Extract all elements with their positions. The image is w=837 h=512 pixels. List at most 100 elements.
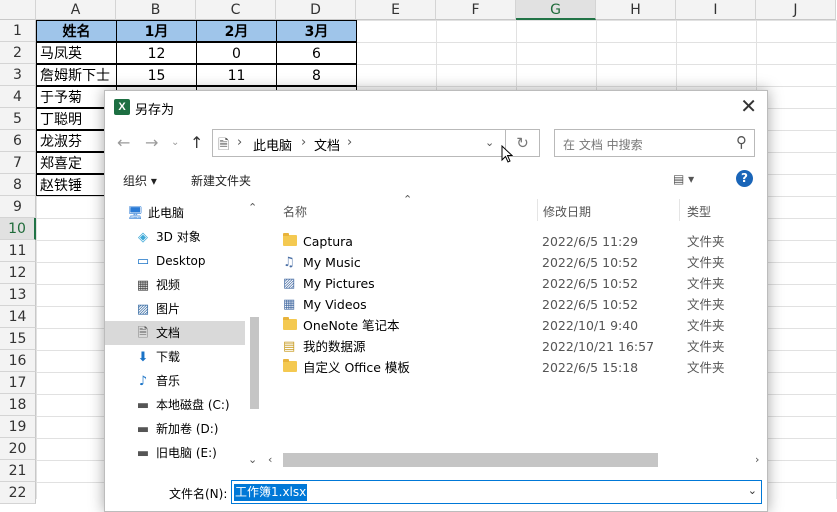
column-divider[interactable] bbox=[679, 199, 680, 221]
row-header-11[interactable]: 11 bbox=[0, 240, 36, 262]
filename-input[interactable]: 工作簿1.xlsx ⌄ bbox=[231, 480, 762, 504]
row-header-18[interactable]: 18 bbox=[0, 394, 36, 416]
data-cell[interactable]: 6 bbox=[276, 42, 357, 64]
nav-item[interactable]: ▬ 新加卷 (D:) bbox=[105, 417, 245, 441]
address-dropdown-icon[interactable]: ⌄ bbox=[485, 136, 494, 149]
row-header-17[interactable]: 17 bbox=[0, 372, 36, 394]
nav-item[interactable]: ▬ 旧电脑 (E:) bbox=[105, 441, 245, 465]
column-header-I[interactable]: I bbox=[676, 0, 756, 20]
file-row[interactable]: ♫ My Music 2022/6/5 10:52 文件夹 bbox=[265, 252, 765, 273]
filename-value[interactable]: 工作簿1.xlsx bbox=[234, 484, 308, 501]
row-header-7[interactable]: 7 bbox=[0, 152, 36, 174]
history-chevron-icon[interactable]: ⌄ bbox=[171, 137, 179, 148]
row-header-2[interactable]: 2 bbox=[0, 42, 36, 64]
file-row[interactable]: Captura 2022/6/5 11:29 文件夹 bbox=[265, 231, 765, 252]
search-input[interactable]: 在 文档 中搜索 ⚲ bbox=[554, 129, 755, 157]
column-header-C[interactable]: C bbox=[196, 0, 276, 20]
view-options-button[interactable]: ▤ ▾ bbox=[673, 172, 694, 186]
column-header-name[interactable]: 名称 bbox=[283, 203, 307, 220]
header-cell[interactable]: 姓名 bbox=[36, 20, 117, 42]
row-header-6[interactable]: 6 bbox=[0, 130, 36, 152]
column-header-E[interactable]: E bbox=[356, 0, 436, 20]
row-header-5[interactable]: 5 bbox=[0, 108, 36, 130]
nav-scrollbar-thumb[interactable] bbox=[250, 317, 259, 409]
column-header-H[interactable]: H bbox=[596, 0, 676, 20]
back-icon[interactable]: ← bbox=[117, 133, 130, 152]
row-header-10[interactable]: 10 bbox=[0, 218, 36, 240]
document-icon: 🗎 bbox=[218, 137, 230, 153]
data-cell[interactable]: 马凤英 bbox=[36, 42, 117, 64]
file-name: 我的数据源 bbox=[303, 339, 366, 354]
row-header-20[interactable]: 20 bbox=[0, 438, 36, 460]
file-row[interactable]: OneNote 笔记本 2022/10/1 9:40 文件夹 bbox=[265, 315, 765, 336]
column-header-A[interactable]: A bbox=[36, 0, 116, 20]
up-icon[interactable]: ↑ bbox=[190, 133, 203, 152]
column-header-D[interactable]: D bbox=[276, 0, 356, 20]
breadcrumb-chevron-icon[interactable]: › bbox=[347, 135, 352, 150]
close-icon[interactable]: ✕ bbox=[740, 95, 757, 117]
row-header-22[interactable]: 22 bbox=[0, 482, 36, 504]
filename-dropdown-icon[interactable]: ⌄ bbox=[748, 484, 757, 497]
breadcrumb-root[interactable]: 此电脑 bbox=[253, 135, 292, 154]
file-row[interactable]: 自定义 Office 模板 2022/6/5 15:18 文件夹 bbox=[265, 357, 765, 378]
corner-select-all[interactable] bbox=[0, 0, 36, 20]
nav-item[interactable]: ⬇ 下载 bbox=[105, 345, 245, 369]
data-cell[interactable]: 12 bbox=[116, 42, 197, 64]
row-header-3[interactable]: 3 bbox=[0, 64, 36, 86]
file-row[interactable]: ▦ My Videos 2022/6/5 10:52 文件夹 bbox=[265, 294, 765, 315]
nav-item[interactable]: ♪ 音乐 bbox=[105, 369, 245, 393]
data-cell[interactable]: 詹姆斯下士 bbox=[36, 64, 117, 86]
row-header-12[interactable]: 12 bbox=[0, 262, 36, 284]
search-icon[interactable]: ⚲ bbox=[736, 133, 747, 151]
row-header-1[interactable]: 1 bbox=[0, 20, 36, 42]
nav-item[interactable]: 🖥 此电脑 bbox=[105, 201, 245, 225]
data-cell[interactable]: 0 bbox=[196, 42, 277, 64]
new-folder-button[interactable]: 新建文件夹 bbox=[191, 172, 251, 189]
column-header-G[interactable]: G bbox=[516, 0, 596, 20]
data-cell[interactable]: 15 bbox=[116, 64, 197, 86]
row-header-14[interactable]: 14 bbox=[0, 306, 36, 328]
row-header-19[interactable]: 19 bbox=[0, 416, 36, 438]
row-header-8[interactable]: 8 bbox=[0, 174, 36, 196]
column-header-B[interactable]: B bbox=[116, 0, 196, 20]
row-header-9[interactable]: 9 bbox=[0, 196, 36, 218]
scroll-right-icon[interactable]: › bbox=[755, 453, 759, 466]
nav-item[interactable]: ▭ Desktop bbox=[105, 249, 245, 273]
music-icon: ♪ bbox=[138, 374, 148, 389]
nav-item-label: 音乐 bbox=[156, 374, 181, 388]
row-header-4[interactable]: 4 bbox=[0, 86, 36, 108]
row-header-21[interactable]: 21 bbox=[0, 460, 36, 482]
address-bar[interactable]: 🗎 › 此电脑 › 文档 › ⌄ bbox=[212, 129, 506, 157]
breadcrumb-folder[interactable]: 文档 bbox=[314, 135, 340, 154]
help-icon[interactable]: ? bbox=[736, 170, 753, 187]
forward-icon[interactable]: → bbox=[145, 133, 158, 152]
nav-item[interactable]: ▬ 本地磁盘 (C:) bbox=[105, 393, 245, 417]
dialog-title: 另存为 bbox=[135, 103, 175, 118]
nav-item[interactable]: ◈ 3D 对象 bbox=[105, 225, 245, 249]
breadcrumb-chevron-icon[interactable]: › bbox=[301, 135, 306, 150]
row-header-13[interactable]: 13 bbox=[0, 284, 36, 306]
header-cell[interactable]: 2月 bbox=[196, 20, 277, 42]
row-header-16[interactable]: 16 bbox=[0, 350, 36, 372]
column-header-F[interactable]: F bbox=[436, 0, 516, 20]
scroll-up-icon[interactable]: ⌃ bbox=[248, 201, 257, 214]
organize-button[interactable]: 组织 ▾ bbox=[123, 172, 157, 189]
data-cell[interactable]: 8 bbox=[276, 64, 357, 86]
row-header-15[interactable]: 15 bbox=[0, 328, 36, 350]
file-list-hscrollbar-thumb[interactable] bbox=[283, 453, 658, 467]
nav-item[interactable]: ▨ 图片 bbox=[105, 297, 245, 321]
data-cell[interactable]: 11 bbox=[196, 64, 277, 86]
header-cell[interactable]: 1月 bbox=[116, 20, 197, 42]
header-cell[interactable]: 3月 bbox=[276, 20, 357, 42]
nav-item[interactable]: ▦ 视频 bbox=[105, 273, 245, 297]
nav-item[interactable]: 🗎 文档 bbox=[105, 321, 245, 345]
file-row[interactable]: ▨ My Pictures 2022/6/5 10:52 文件夹 bbox=[265, 273, 765, 294]
file-row[interactable]: ▤ 我的数据源 2022/10/21 16:57 文件夹 bbox=[265, 336, 765, 357]
scroll-down-icon[interactable]: ⌄ bbox=[248, 453, 257, 466]
column-header-date[interactable]: 修改日期 bbox=[543, 203, 591, 220]
breadcrumb-chevron-icon[interactable]: › bbox=[237, 135, 242, 150]
column-header-type[interactable]: 类型 bbox=[687, 203, 711, 220]
column-header-J[interactable]: J bbox=[756, 0, 836, 20]
scroll-left-icon[interactable]: ‹ bbox=[268, 453, 272, 466]
column-divider[interactable] bbox=[537, 199, 538, 221]
